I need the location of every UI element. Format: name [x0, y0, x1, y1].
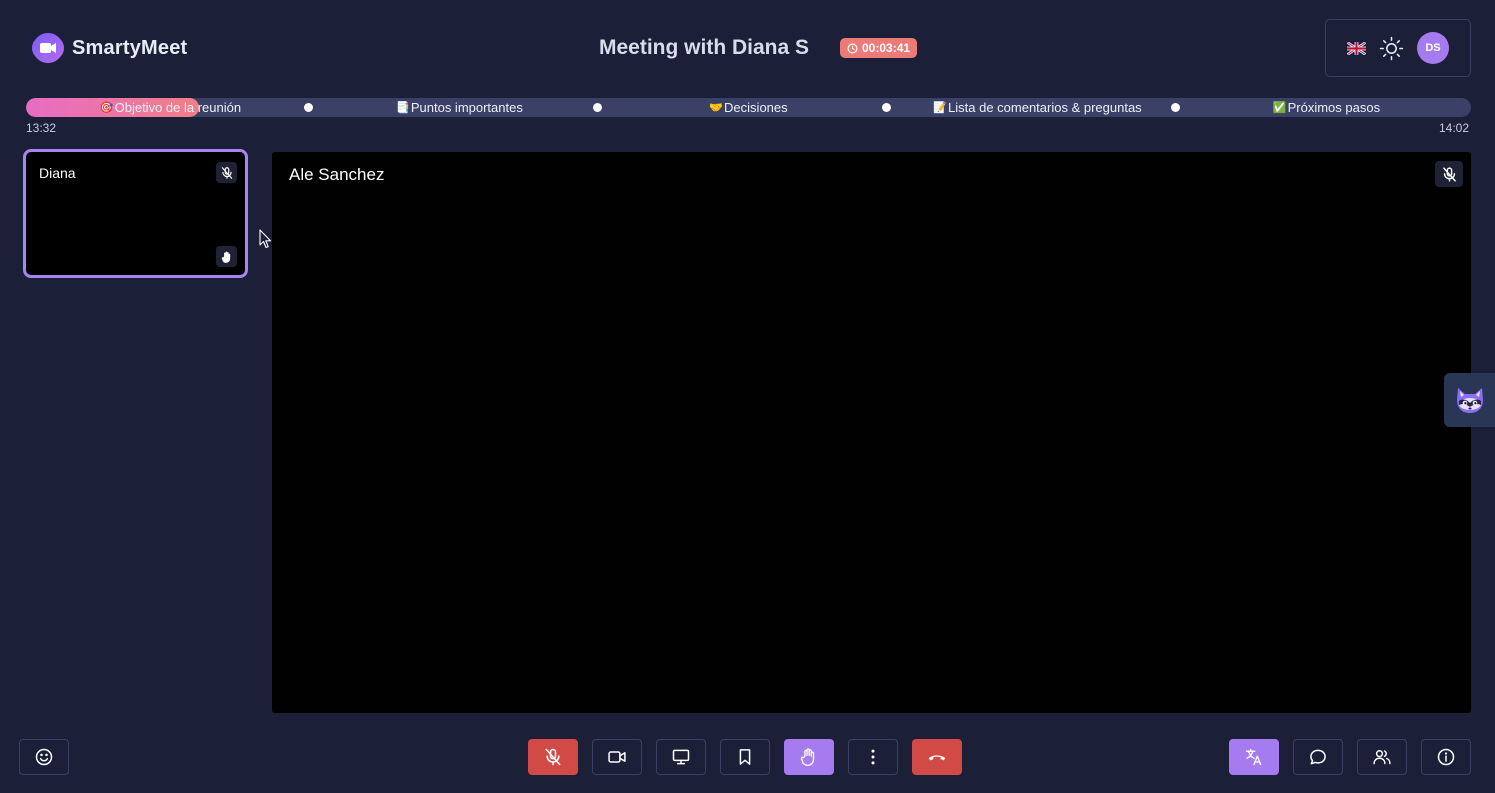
handshake-icon: 🤝 — [709, 101, 724, 114]
leave-call-button[interactable] — [912, 739, 962, 775]
agenda-item-comments[interactable]: 📝 Lista de comentarios & preguntas — [893, 98, 1182, 117]
meeting-timer-text: 00:03:41 — [862, 41, 911, 55]
participants-icon — [1373, 750, 1391, 765]
bookmark-icon — [739, 749, 751, 765]
header-controls: DS — [1325, 19, 1471, 77]
clock-icon — [847, 43, 858, 53]
agenda-item-label: Lista de comentarios & preguntas — [948, 100, 1142, 115]
agenda-item-label: Objetivo de la reunión — [114, 100, 242, 115]
main-speaker-name: Ale Sanchez — [289, 165, 385, 184]
main-video-stage[interactable]: Ale Sanchez — [272, 152, 1471, 713]
agenda-marker — [882, 103, 891, 112]
chat-icon — [1310, 749, 1326, 765]
toggle-microphone-button[interactable] — [528, 739, 578, 775]
participant-mute-indicator — [216, 162, 237, 183]
raise-hand-icon — [800, 748, 815, 766]
meeting-title: Meeting with Diana S — [599, 36, 810, 59]
agenda-marker — [593, 103, 602, 112]
emoji-smile-icon — [35, 748, 53, 766]
document-icon: 📑 — [396, 101, 410, 114]
more-options-icon — [871, 749, 875, 765]
raccoon-assistant-icon — [1456, 388, 1483, 413]
agenda-item-objective[interactable]: 🎯 Objetivo de la reunión — [26, 98, 315, 117]
participant-hand-indicator — [216, 246, 237, 267]
target-icon: 🎯 — [99, 101, 114, 114]
agenda-item-label: Puntos importantes — [410, 100, 523, 115]
memo-icon: 📝 — [933, 101, 948, 114]
raise-hand-icon — [221, 250, 230, 263]
chat-button[interactable] — [1293, 739, 1343, 775]
agenda-progress-bar: 🎯 Objetivo de la reunión 📑 Puntos import… — [26, 98, 1471, 117]
participant-tile-diana[interactable]: Diana — [23, 149, 248, 278]
agenda-end-time: 14:02 — [1439, 121, 1470, 135]
meeting-info-button[interactable] — [1421, 739, 1471, 775]
raise-hand-button[interactable] — [784, 739, 834, 775]
video-camera-icon — [608, 751, 626, 763]
agenda-item-next-steps[interactable]: ✅ Próximos pasos — [1182, 98, 1471, 117]
more-options-button[interactable] — [848, 739, 898, 775]
sun-icon[interactable] — [1379, 36, 1404, 61]
translate-icon — [1245, 748, 1262, 766]
mic-off-icon — [545, 748, 561, 766]
main-speaker-mute-indicator — [1435, 161, 1463, 187]
toggle-camera-button[interactable] — [592, 739, 642, 775]
meeting-timer-badge: 00:03:41 — [840, 38, 918, 58]
uk-flag-icon[interactable] — [1347, 41, 1366, 55]
mic-off-icon — [1442, 166, 1456, 182]
agenda-marker — [304, 103, 313, 112]
participant-name: Diana — [39, 165, 76, 181]
participants-button[interactable] — [1357, 739, 1407, 775]
bookmark-button[interactable] — [720, 739, 770, 775]
check-mark-icon: ✅ — [1272, 101, 1287, 114]
mic-off-icon — [221, 166, 232, 179]
info-icon — [1437, 748, 1455, 766]
agenda-item-label: Próximos pasos — [1287, 100, 1381, 115]
agenda-item-key-points[interactable]: 📑 Puntos importantes — [315, 98, 604, 117]
user-avatar[interactable]: DS — [1417, 32, 1449, 64]
end-call-icon — [928, 755, 946, 761]
translate-button[interactable] — [1229, 739, 1279, 775]
agenda-item-label: Decisiones — [724, 100, 788, 115]
agenda-start-time: 13:32 — [26, 121, 57, 135]
assistant-button[interactable] — [1444, 373, 1495, 427]
screen-share-icon — [672, 749, 690, 765]
video-camera-logo-icon — [32, 33, 64, 63]
agenda-marker — [1171, 103, 1180, 112]
reactions-button[interactable] — [19, 739, 69, 775]
app-logo[interactable]: SmartyMeet — [30, 31, 187, 65]
share-screen-button[interactable] — [656, 739, 706, 775]
agenda-item-decisions[interactable]: 🤝 Decisiones — [604, 98, 893, 117]
app-name: SmartyMeet — [72, 36, 188, 59]
mouse-pointer-icon — [259, 229, 272, 249]
